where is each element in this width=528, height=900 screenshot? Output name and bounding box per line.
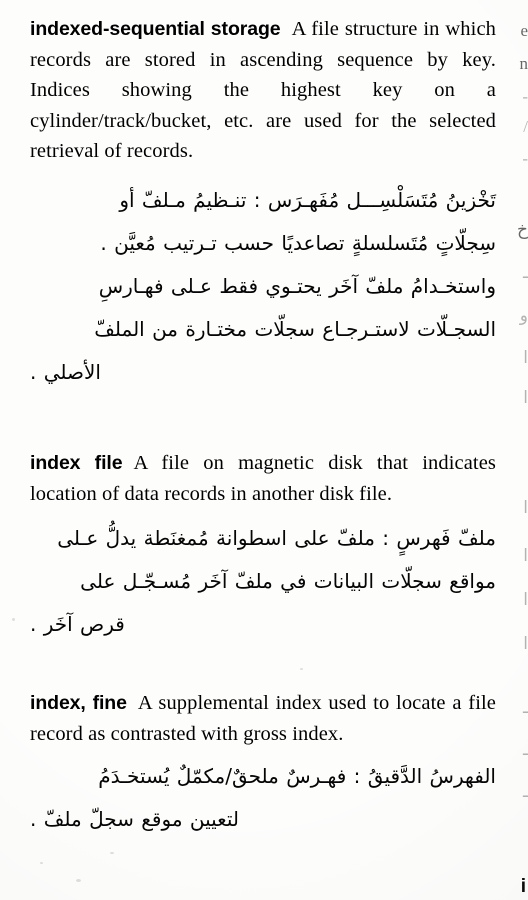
scan-speckle (300, 668, 303, 670)
entry-english-block: index, fine A supplemental index used to … (30, 688, 496, 749)
arabic-line: ملفّ فَهرسٍ : ملفّ على اسطوانة مُمغنَطة … (57, 526, 496, 550)
scan-speckle (12, 618, 15, 621)
entry-headword[interactable]: indexed-sequential storage (30, 18, 281, 40)
dictionary-entry: index file A file on magnetic disk that i… (30, 448, 496, 646)
arabic-line: واستخـدامُ ملفّ آخَر يحتـوي فقط عـلى فهـ… (98, 273, 496, 298)
scan-speckle (76, 879, 81, 882)
margin-bleed-fragment: و (519, 306, 528, 326)
dictionary-entry: index, fine A supplemental index used to … (30, 688, 496, 841)
next-entry-headword-peek: i (520, 876, 526, 897)
margin-bleed-fragment: خ (517, 220, 528, 240)
margin-bleed-fragment: ـ (523, 782, 528, 802)
scan-speckle (110, 852, 114, 854)
margin-bleed-fragment: ا (523, 388, 528, 408)
margin-bleed-fragment: ـ (523, 698, 528, 718)
arabic-line: قرص آخَر . (30, 612, 125, 636)
margin-bleed-fragment: ـ (523, 263, 528, 283)
margin-bleed-fragment: ا (523, 634, 528, 654)
arabic-line: لتعيين موقع سجلّ ملفّ . (30, 807, 239, 831)
text-column: indexed-sequential storage A file structu… (30, 0, 496, 900)
entry-headword[interactable]: index file (30, 452, 123, 474)
dictionary-page: indexed-sequential storage A file structu… (0, 0, 528, 900)
margin-bleed-fragment: ا (523, 348, 528, 368)
margin-bleed-fragment: ا (523, 546, 528, 566)
arabic-line: تَخْزينُ مُتَسَلْسِـــل مُفَهـرَس : تنـظ… (119, 187, 496, 212)
margin-bleed-fragment: ـ (523, 740, 528, 760)
margin-bleed-fragment: n (519, 54, 528, 73)
entry-english-block: indexed-sequential storage A file structu… (30, 14, 496, 167)
margin-bleed-fragment: / (523, 117, 528, 136)
arabic-line: سِجلّاتٍ مُتَسلسلةٍ تصاعديًا حسب تـرتيب … (100, 230, 496, 255)
margin-bleed-fragment: - (522, 149, 528, 168)
arabic-line: الفهرسُ الدَّقيقُ : فهـرسٌ ملحقٌ/مكمّلٌ … (98, 764, 496, 788)
dictionary-entry: indexed-sequential storage A file structu… (30, 14, 496, 394)
scan-speckle (40, 862, 43, 864)
entry-english-block: index file A file on magnetic disk that i… (30, 448, 496, 509)
margin-bleed-fragment: - (522, 87, 528, 106)
arabic-line: الأصلي . (30, 359, 101, 384)
margin-bleed-fragment: ا (523, 498, 528, 518)
page-canvas: indexed-sequential storage A file structu… (0, 0, 528, 900)
entry-arabic-block: تَخْزينُ مُتَسَلْسِـــل مُفَهـرَس : تنـظ… (30, 179, 496, 394)
entry-arabic-block: الفهرسُ الدَّقيقُ : فهـرسٌ ملحقٌ/مكمّلٌ … (30, 755, 496, 841)
entry-arabic-block: ملفّ فَهرسٍ : ملفّ على اسطوانة مُمغنَطة … (30, 517, 496, 646)
arabic-line: مواقع سجلّات البيانات في ملفّ آخَر مُسـج… (80, 569, 496, 593)
margin-bleed-fragment: e (520, 21, 528, 40)
margin-bleed-fragment: ا (523, 590, 528, 610)
arabic-line: السجـلّات لاستـرجـاع سجلّات مختـارة من ا… (94, 316, 496, 341)
entry-headword[interactable]: index, fine (30, 692, 127, 714)
